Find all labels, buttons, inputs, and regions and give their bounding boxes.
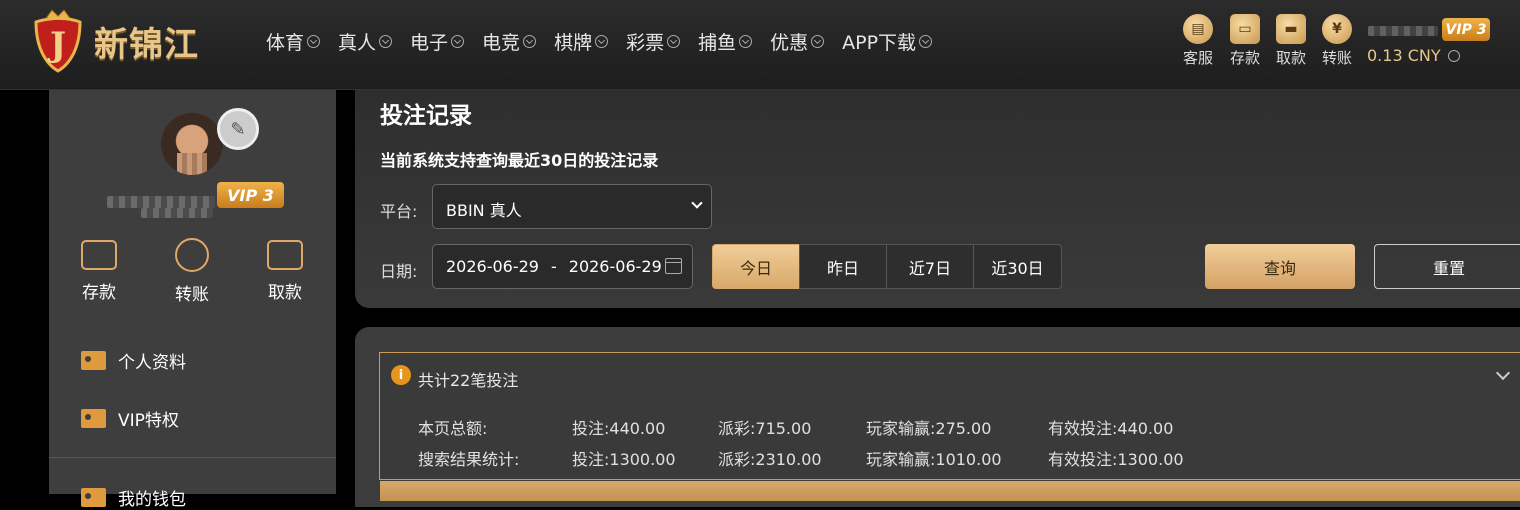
wallet-icon <box>81 488 106 507</box>
sidebar-item-profile[interactable]: 个人资料 <box>81 348 186 373</box>
nav-sports[interactable]: 体育 <box>266 28 321 55</box>
chevron-down-icon <box>523 35 537 48</box>
summary-title: 共计22笔投注 <box>418 371 519 390</box>
nav-fishing[interactable]: 捕鱼 <box>698 28 753 55</box>
toolbar-transfer-button[interactable]: ¥ 转账 <box>1317 14 1357 68</box>
date-label: 日期: <box>380 262 418 281</box>
nav-promotions[interactable]: 优惠 <box>770 28 825 55</box>
summary-valid-bet: 有效投注:440.00 <box>1048 419 1174 438</box>
page-title: 投注记录 <box>380 103 472 129</box>
id-card-icon <box>81 409 106 428</box>
info-icon: i <box>391 365 411 385</box>
platform-label: 平台: <box>380 202 418 221</box>
nav-app-download[interactable]: APP下载 <box>842 28 933 55</box>
query-button[interactable]: 查询 <box>1205 244 1355 289</box>
chevron-down-icon <box>739 35 753 48</box>
top-bar: J 新锦江 体育 真人 电子 电竞 棋牌 彩票 捕鱼 优惠 APP下载 ▤ 客服… <box>0 0 1520 90</box>
platform-select[interactable]: BBIN 真人 <box>432 184 712 229</box>
vip-badge: VIP 3 <box>1442 18 1490 41</box>
chevron-down-icon <box>307 35 321 48</box>
range-today-button[interactable]: 今日 <box>712 244 800 289</box>
date-start: 2026-06-29 <box>446 257 539 276</box>
nav-slots[interactable]: 电子 <box>410 28 465 55</box>
summary-winloss: 玩家输赢:275.00 <box>866 419 992 438</box>
edit-profile-icon[interactable]: ✎ <box>217 108 259 150</box>
brand-logo[interactable]: J 新锦江 <box>28 6 199 76</box>
chevron-down-icon <box>811 35 825 48</box>
account-sidebar: ✎ VIP 3 存款 转账 取款 个人资料 VIP特权 我的钱包 <box>49 90 336 510</box>
sidebar-withdraw-button[interactable]: 取款 <box>255 240 315 303</box>
bet-record-results-panel: i 共计22笔投注 本页总额: 投注:440.00 派彩:715.00 玩家输赢… <box>355 327 1520 507</box>
avatar <box>161 113 223 175</box>
summary-label: 本页总额: <box>418 419 488 438</box>
summary-box[interactable]: i 共计22笔投注 本页总额: 投注:440.00 派彩:715.00 玩家输赢… <box>379 352 1520 480</box>
chevron-down-icon <box>595 35 609 48</box>
card-icon <box>267 240 303 270</box>
balance-display[interactable]: 0.13 CNY <box>1367 46 1460 65</box>
username-blurred <box>1368 26 1438 36</box>
wallet-icon <box>81 240 117 270</box>
sidebar-deposit-button[interactable]: 存款 <box>69 240 129 303</box>
chevron-down-icon[interactable] <box>1495 365 1511 381</box>
date-separator: - <box>550 257 557 276</box>
chevron-down-icon <box>451 35 465 48</box>
wallet-icon: ▭ <box>1230 14 1260 44</box>
chevron-down-icon <box>379 35 393 48</box>
nav-cards[interactable]: 棋牌 <box>554 28 609 55</box>
summary-valid-bet: 有效投注:1300.00 <box>1048 450 1184 469</box>
bet-record-filter-panel: 投注记录 当前系统支持查询最近30日的投注记录 平台: BBIN 真人 日期: … <box>355 90 1520 308</box>
brand-badge-letter: J <box>47 25 66 65</box>
main-nav: 体育 真人 电子 电竞 棋牌 彩票 捕鱼 优惠 APP下载 <box>266 28 950 55</box>
summary-label: 搜索结果统计: <box>418 450 520 469</box>
vip-badge: VIP 3 <box>217 182 284 208</box>
summary-payout: 派彩:2310.00 <box>718 450 822 469</box>
username-blurred <box>141 208 213 218</box>
range-7days-button[interactable]: 近7日 <box>886 244 974 289</box>
chevron-down-icon <box>667 35 681 48</box>
sidebar-item-wallet[interactable]: 我的钱包 <box>81 485 186 510</box>
sidebar-item-vip[interactable]: VIP特权 <box>81 406 179 431</box>
yuan-icon: ¥ <box>1322 14 1352 44</box>
table-header <box>380 481 1520 501</box>
brand-crest-icon: J <box>28 8 88 74</box>
chevron-down-icon <box>691 197 703 209</box>
chevron-down-icon <box>919 35 933 48</box>
range-30days-button[interactable]: 近30日 <box>973 244 1062 289</box>
toolbar-deposit-button[interactable]: ▭ 存款 <box>1225 14 1265 68</box>
nav-live-casino[interactable]: 真人 <box>338 28 393 55</box>
chat-icon: ▤ <box>1183 14 1213 44</box>
range-yesterday-button[interactable]: 昨日 <box>799 244 887 289</box>
brand-name: 新锦江 <box>94 24 199 65</box>
page-subtitle: 当前系统支持查询最近30日的投注记录 <box>380 151 659 170</box>
reset-button[interactable]: 重置 <box>1374 244 1520 289</box>
summary-winloss: 玩家输赢:1010.00 <box>866 450 1002 469</box>
sidebar-transfer-button[interactable]: 转账 <box>162 238 222 305</box>
id-card-icon <box>81 351 106 370</box>
date-end: 2026-06-29 <box>568 257 662 276</box>
transfer-icon <box>175 238 209 272</box>
chevron-down-icon <box>1447 49 1460 62</box>
username-blurred <box>107 196 215 208</box>
divider <box>49 457 336 458</box>
calendar-icon <box>665 258 682 274</box>
nav-lottery[interactable]: 彩票 <box>626 28 681 55</box>
atm-icon: ▬ <box>1276 14 1306 44</box>
summary-payout: 派彩:715.00 <box>718 419 812 438</box>
summary-bet: 投注:1300.00 <box>572 450 676 469</box>
nav-esports[interactable]: 电竞 <box>482 28 537 55</box>
balance-amount: 0.13 CNY <box>1367 46 1441 65</box>
toolbar-withdraw-button[interactable]: ▬ 取款 <box>1271 14 1311 68</box>
toolbar-service-button[interactable]: ▤ 客服 <box>1178 14 1218 68</box>
date-range-input[interactable]: 2026-06-29 - 2026-06-29 <box>432 244 693 289</box>
summary-bet: 投注:440.00 <box>572 419 666 438</box>
